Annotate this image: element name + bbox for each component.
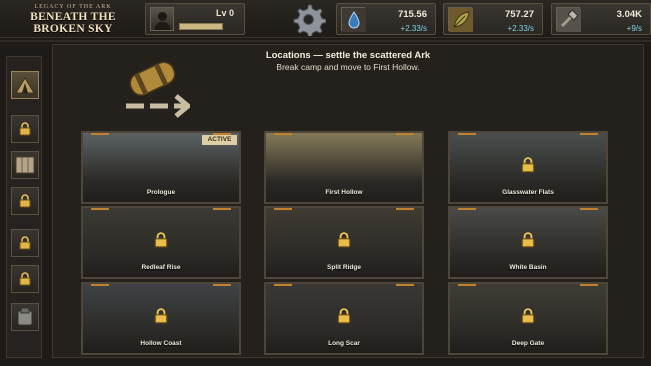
location-name: Prologue [146, 189, 176, 196]
card-corner-tab [458, 133, 476, 135]
location-name: Split Ridge [327, 264, 361, 271]
resource-plant[interactable]: 757.27 +2.33/s [443, 3, 543, 35]
plant-value: 757.27 [504, 9, 534, 20]
card-corner-tab [580, 133, 598, 135]
lock-icon [19, 122, 31, 136]
lock-icon [521, 157, 535, 178]
game-logo: LEGACY OF THE ARK BENEATH THE BROKEN SKY [4, 2, 142, 36]
pack-icon [17, 307, 33, 326]
card-corner-tab [274, 208, 292, 210]
tent-icon [15, 77, 35, 94]
location-name: Deep Gate [511, 340, 545, 347]
location-card[interactable]: White Basin [448, 206, 608, 279]
location-card[interactable]: First Hollow [264, 131, 424, 204]
card-corner-tab [91, 133, 109, 135]
location-name: Long Scar [328, 340, 360, 347]
card-corner-tab [274, 133, 292, 135]
lock-icon [337, 232, 351, 253]
location-card[interactable]: Split Ridge [264, 206, 424, 279]
location-card[interactable]: Deep Gate [448, 282, 608, 355]
tools-rate: +9/s [626, 24, 642, 33]
location-name: Glasswater Flats [502, 189, 554, 196]
lock-icon [521, 308, 535, 329]
game-window: LEGACY OF THE ARK BENEATH THE BROKEN SKY… [0, 0, 651, 366]
page-instruction: Break camp and move to First Hollow. [276, 62, 420, 72]
location-card[interactable]: Glasswater Flats [448, 131, 608, 204]
sidebar [6, 56, 42, 358]
player-level: Lv 0 [216, 8, 235, 18]
avatar[interactable] [150, 7, 174, 31]
experience-bar [179, 23, 223, 30]
lock-icon [19, 272, 31, 286]
player-panel[interactable]: Lv 0 [145, 3, 245, 35]
card-corner-tab [91, 208, 109, 210]
sidebar-item-locked-1[interactable] [11, 115, 39, 143]
lock-icon [154, 232, 168, 253]
water-value: 715.56 [397, 9, 427, 20]
sidebar-item-locked-3[interactable] [11, 229, 39, 257]
sidebar-item-locked-2[interactable] [11, 187, 39, 215]
location-name: Hollow Coast [140, 340, 182, 347]
location-name: White Basin [509, 264, 547, 271]
card-corner-tab [458, 284, 476, 286]
card-corner-tab [580, 284, 598, 286]
leaf-icon [448, 7, 473, 32]
card-corner-tab [396, 133, 414, 135]
tools-value: 3.04K [616, 9, 642, 20]
sidebar-item-pack[interactable] [11, 303, 39, 331]
location-card[interactable]: Long Scar [264, 282, 424, 355]
lock-icon [337, 308, 351, 329]
hammer-icon [556, 7, 581, 32]
card-corner-tab [396, 284, 414, 286]
location-card[interactable]: ACTIVE Prologue [81, 131, 241, 204]
card-corner-tab [580, 208, 598, 210]
logo-subtitle: LEGACY OF THE ARK [34, 4, 112, 10]
card-corner-tab [213, 208, 231, 210]
resource-tools[interactable]: 3.04K +9/s [551, 3, 651, 35]
lock-icon [19, 236, 31, 250]
status-badge: ACTIVE [202, 135, 237, 145]
card-corner-tab [91, 284, 109, 286]
top-bar: LEGACY OF THE ARK BENEATH THE BROKEN SKY… [0, 0, 651, 38]
card-corner-tab [274, 284, 292, 286]
sidebar-item-map[interactable] [11, 151, 39, 179]
gear-icon[interactable] [291, 3, 327, 38]
map-icon [15, 156, 35, 174]
card-corner-tab [396, 208, 414, 210]
card-corner-tab [213, 284, 231, 286]
card-corner-tab [458, 208, 476, 210]
location-card[interactable]: Hollow Coast [81, 282, 241, 355]
divider [0, 40, 651, 42]
location-name: First Hollow [325, 189, 363, 196]
resource-water[interactable]: 715.56 +2.33/s [336, 3, 436, 35]
lock-icon [521, 232, 535, 253]
location-name: Redleaf Rise [141, 264, 181, 271]
sidebar-item-camp[interactable] [11, 71, 39, 99]
page-title: Locations — settle the scattered Ark [265, 50, 431, 61]
location-card[interactable]: Redleaf Rise [81, 206, 241, 279]
lock-icon [19, 194, 31, 208]
water-drop-icon [341, 7, 366, 32]
sidebar-item-locked-4[interactable] [11, 265, 39, 293]
water-rate: +2.33/s [400, 24, 427, 33]
lock-icon [154, 308, 168, 329]
logo-title: BENEATH THE BROKEN SKY [30, 11, 116, 35]
plant-rate: +2.33/s [507, 24, 534, 33]
